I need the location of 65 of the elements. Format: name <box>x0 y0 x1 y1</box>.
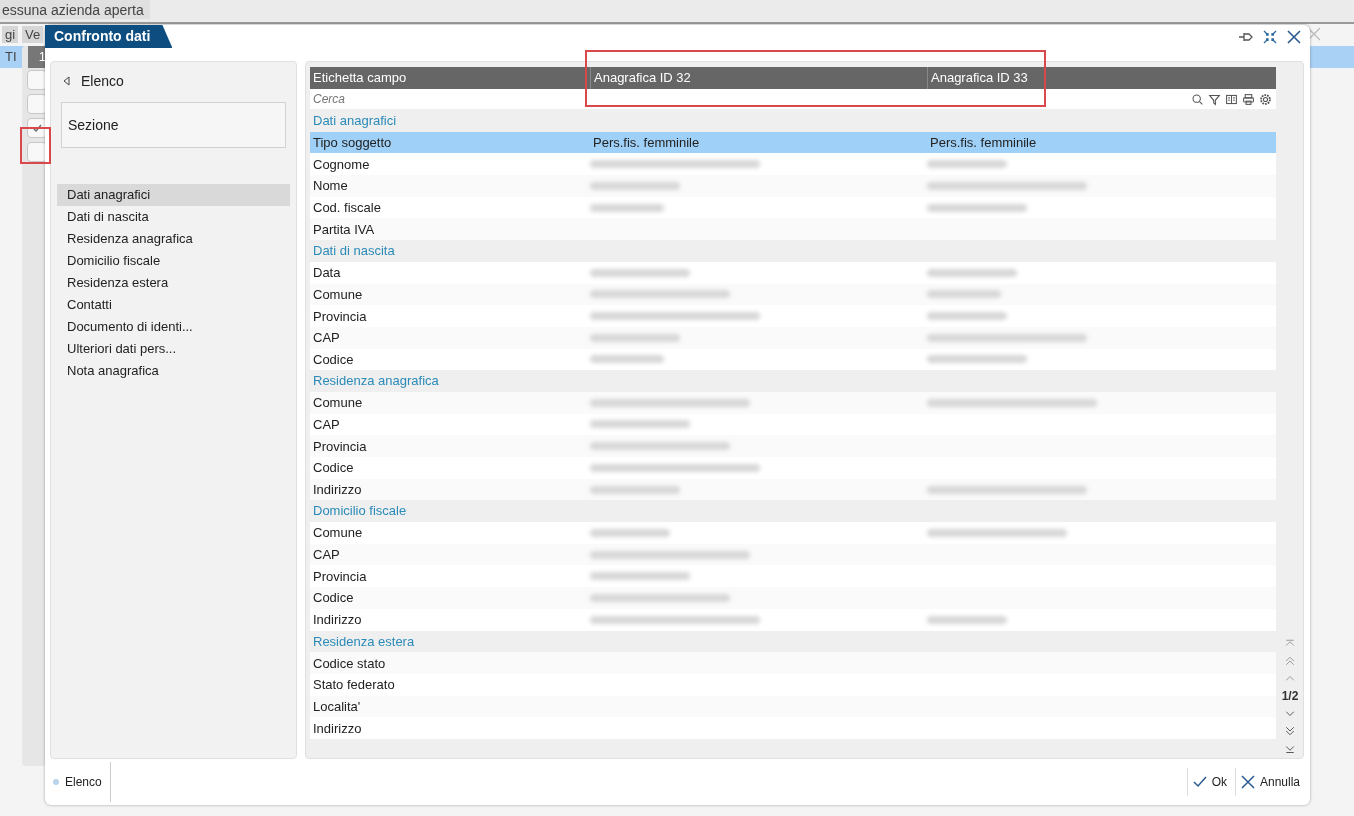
row-number: 1 <box>28 46 46 68</box>
section-heading: Dati di nascita <box>312 242 396 261</box>
section-heading: Domicilio fiscale <box>312 502 408 521</box>
field-label: Cognome <box>312 156 371 172</box>
field-label: CAP <box>312 547 341 563</box>
field-label: Provincia <box>312 438 368 454</box>
field-label: Comune <box>312 286 364 302</box>
row-label: TI <box>5 49 17 64</box>
close-icon <box>1239 774 1256 790</box>
field-label: Indirizzo <box>312 720 363 736</box>
section-heading: Dati anagrafici <box>312 112 398 130</box>
field-label: Comune <box>312 525 364 541</box>
field-label: Localita' <box>312 698 362 714</box>
section-heading: Residenza anagrafica <box>312 372 440 391</box>
sidebar-item[interactable]: Contatti <box>57 294 290 316</box>
field-label: Indirizzo <box>312 612 363 628</box>
back-icon <box>63 76 71 86</box>
sidebar-item[interactable]: Residenza anagrafica <box>57 228 290 250</box>
sidebar-item[interactable]: Dati anagrafici <box>57 184 290 206</box>
field-label: Codice <box>312 460 355 476</box>
page-indicator: 1/2 <box>1281 689 1299 703</box>
section-heading: Residenza estera <box>312 632 416 651</box>
sidebar-item[interactable]: Residenza estera <box>57 272 290 294</box>
tab[interactable]: Ve <box>22 26 44 43</box>
sidebar-item[interactable]: Nota anagrafica <box>57 360 290 382</box>
table-cell-text: Pers.fis. femminile <box>929 135 1038 151</box>
section-label: Sezione <box>61 102 286 148</box>
field-label: Tipo soggetto <box>312 135 393 151</box>
sidebar-item[interactable]: Dati di nascita <box>57 206 290 228</box>
field-label: CAP <box>312 330 341 346</box>
highlight-frame <box>20 127 51 164</box>
column-header: Etichetta campo <box>312 69 408 87</box>
columns-icon[interactable] <box>1225 92 1238 106</box>
tab[interactable]: gi <box>2 26 19 43</box>
field-label: Codice <box>312 590 355 606</box>
sidebar-item[interactable]: Documento di identi... <box>57 316 290 338</box>
search-field[interactable]: Cerca <box>310 89 1191 109</box>
search-icon[interactable] <box>1191 92 1204 106</box>
check-icon <box>32 123 42 133</box>
field-label: Partita IVA <box>312 221 376 237</box>
print-icon[interactable] <box>1242 92 1255 106</box>
field-label: Provincia <box>312 568 368 584</box>
company-label: essuna azienda aperta <box>0 0 150 19</box>
page-down-icon[interactable] <box>1284 725 1296 737</box>
filter-icon[interactable] <box>1208 92 1221 106</box>
settings-icon[interactable] <box>1259 92 1272 106</box>
field-label: Data <box>312 265 342 281</box>
field-label: Indirizzo <box>312 482 363 498</box>
sidebar-item[interactable]: Ulteriori dati pers... <box>57 338 290 360</box>
field-label: CAP <box>312 416 341 432</box>
back-link[interactable]: Elenco <box>57 72 130 90</box>
field-label: Stato federato <box>312 677 396 693</box>
field-label: Comune <box>312 395 364 411</box>
close-icon[interactable] <box>1286 29 1302 45</box>
sidebar-item[interactable]: Domicilio fiscale <box>57 250 290 272</box>
table-cell-text: Pers.fis. femminile <box>592 135 701 151</box>
check-icon <box>1191 774 1208 790</box>
field-label: Codice <box>312 351 355 367</box>
field-label: Codice stato <box>312 655 387 671</box>
collapse-icon[interactable] <box>1262 29 1278 45</box>
field-label: Cod. fiscale <box>312 200 382 216</box>
window-title: Confronto dati <box>45 25 173 48</box>
field-label: Nome <box>312 178 349 194</box>
footer-tab[interactable]: Elenco <box>45 762 111 802</box>
field-label: Provincia <box>312 308 368 324</box>
